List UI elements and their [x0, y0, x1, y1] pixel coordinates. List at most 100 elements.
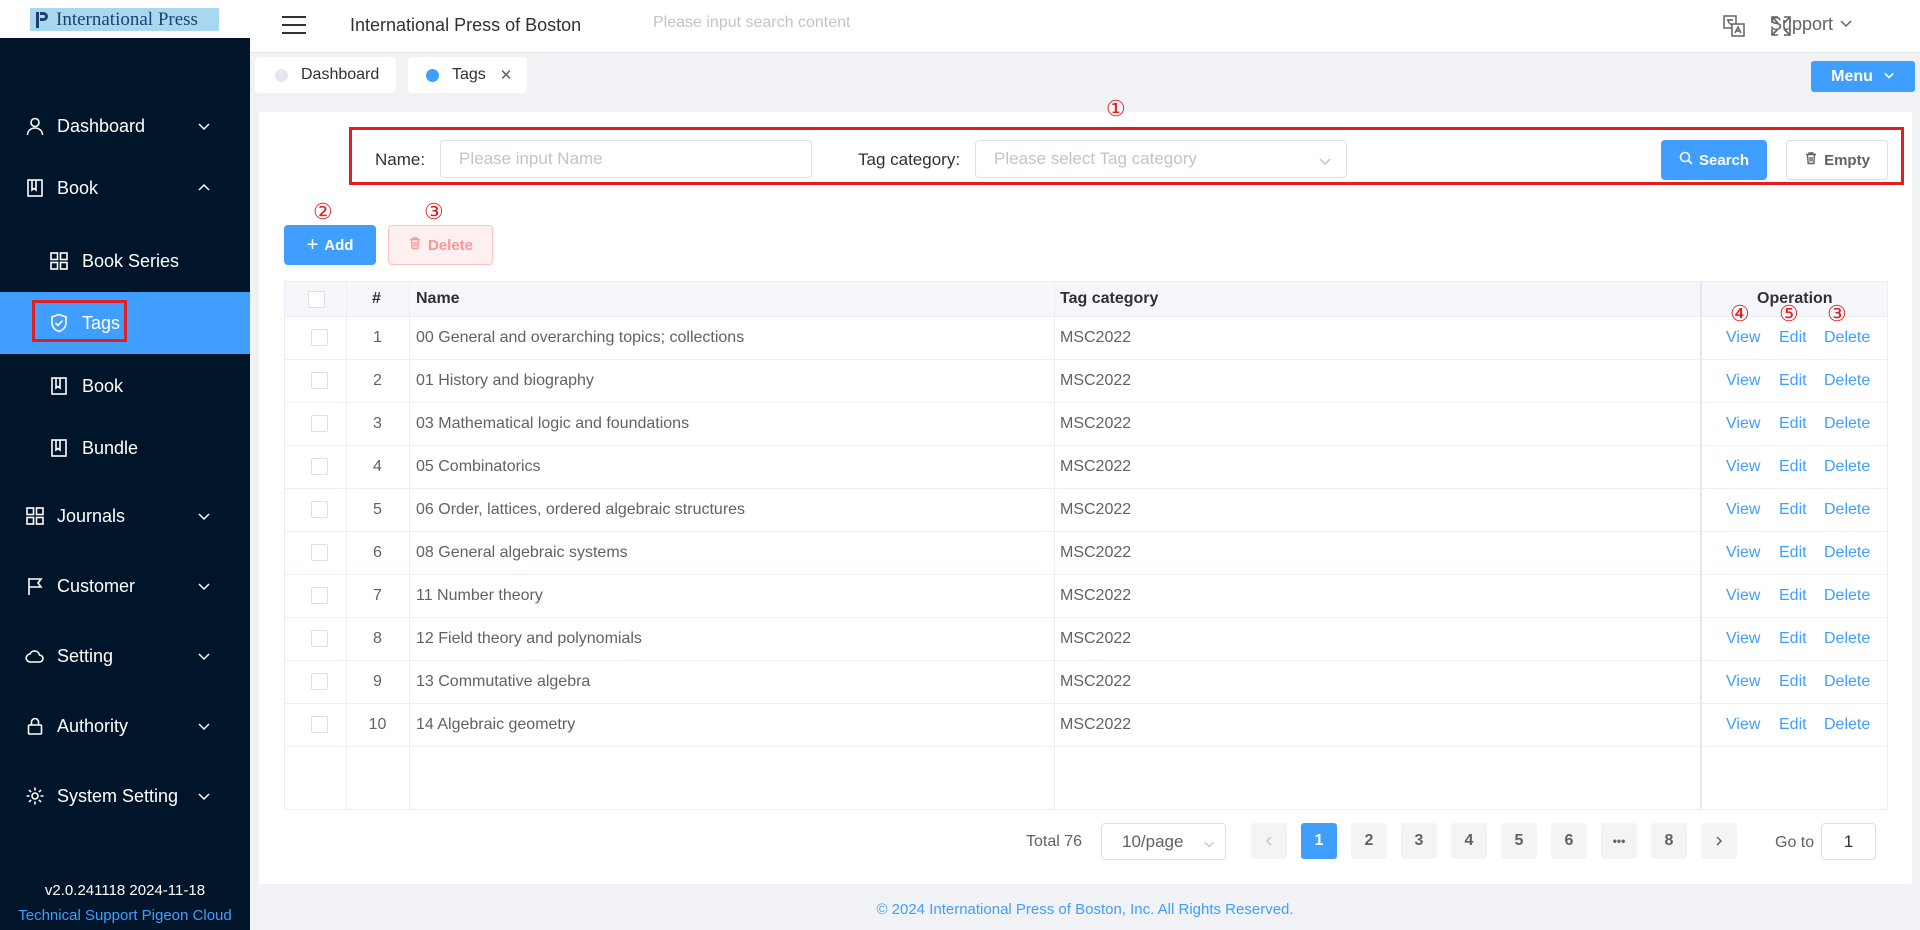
row-checkbox[interactable] — [311, 703, 328, 746]
page-button-3[interactable]: 3 — [1401, 823, 1437, 859]
row-category: MSC2022 — [1060, 414, 1132, 432]
column-header-name: Name — [416, 290, 460, 307]
delete-link[interactable]: Delete — [1824, 660, 1870, 703]
row-index: 2 — [373, 371, 382, 389]
edit-link[interactable]: Edit — [1779, 617, 1807, 660]
view-link[interactable]: View — [1726, 359, 1760, 402]
sidebar-item-setting[interactable]: Setting — [0, 625, 250, 687]
table-row: 3 03 Mathematical logic and foundations … — [285, 402, 1887, 446]
row-checkbox[interactable] — [311, 316, 328, 359]
edit-link[interactable]: Edit — [1779, 359, 1807, 402]
view-link[interactable]: View — [1726, 660, 1760, 703]
sidebar-item-label: Bundle — [82, 437, 139, 458]
goto-page-input[interactable]: 1 — [1821, 823, 1876, 860]
delete-link[interactable]: Delete — [1824, 531, 1870, 574]
page-size-select[interactable]: 10/page — [1101, 823, 1226, 860]
logo-mark-icon — [34, 11, 52, 29]
row-checkbox[interactable] — [311, 359, 328, 402]
row-checkbox[interactable] — [311, 574, 328, 617]
sidebar-item-book[interactable]: Book — [0, 355, 250, 417]
support-dropdown[interactable]: Support — [1770, 14, 1853, 35]
chevron-down-icon — [197, 719, 211, 733]
row-checkbox[interactable] — [311, 402, 328, 445]
tab-dashboard[interactable]: Dashboard — [255, 57, 396, 93]
row-checkbox[interactable] — [311, 660, 328, 703]
row-checkbox[interactable] — [311, 531, 328, 574]
table-row: 10 14 Algebraic geometry MSC2022 View Ed… — [285, 703, 1887, 747]
delete-link[interactable]: Delete — [1824, 574, 1870, 617]
prev-page-button[interactable] — [1251, 823, 1287, 859]
search-button[interactable]: Search — [1661, 140, 1767, 180]
annotation-marker-4: ④ — [1730, 301, 1750, 326]
view-link[interactable]: View — [1726, 617, 1760, 660]
empty-button[interactable]: Empty — [1786, 140, 1888, 180]
row-index: 4 — [373, 457, 382, 475]
row-index: 10 — [368, 715, 387, 733]
row-checkbox[interactable] — [311, 445, 328, 488]
page-button-5[interactable]: 5 — [1501, 823, 1537, 859]
edit-link[interactable]: Edit — [1779, 703, 1807, 746]
logo[interactable]: International Press — [30, 8, 219, 31]
translate-icon[interactable] — [1722, 14, 1746, 38]
hamburger-menu-icon[interactable] — [282, 16, 306, 36]
sidebar-item-authority[interactable]: Authority — [0, 695, 250, 757]
sidebar-item-book-group[interactable]: Book — [0, 157, 250, 219]
sidebar-item-system-setting[interactable]: System Setting — [0, 765, 250, 827]
row-index: 8 — [373, 629, 382, 647]
sidebar-item-label: Book — [82, 375, 124, 396]
page-button-2[interactable]: 2 — [1351, 823, 1387, 859]
bulk-delete-button[interactable]: Delete — [388, 225, 493, 265]
tag-category-select[interactable]: Please select Tag category — [975, 140, 1347, 178]
view-link[interactable]: View — [1726, 488, 1760, 531]
edit-link[interactable]: Edit — [1779, 488, 1807, 531]
row-name: 03 Mathematical logic and foundations — [416, 414, 690, 432]
view-link[interactable]: View — [1726, 703, 1760, 746]
tab-tags[interactable]: Tags ✕ — [408, 57, 527, 93]
global-search-input[interactable] — [653, 14, 993, 32]
book-icon — [48, 375, 70, 397]
edit-link[interactable]: Edit — [1779, 531, 1807, 574]
search-icon — [1679, 151, 1693, 169]
row-name: 12 Field theory and polynomials — [416, 629, 642, 647]
sidebar-item-tags[interactable]: Tags — [0, 292, 250, 354]
tabs-menu-button[interactable]: Menu — [1811, 61, 1915, 92]
delete-link[interactable]: Delete — [1824, 402, 1870, 445]
view-link[interactable]: View — [1726, 531, 1760, 574]
page-ellipsis-button[interactable]: ••• — [1601, 823, 1637, 859]
lock-icon — [24, 715, 46, 737]
sidebar-item-book-series[interactable]: Book Series — [0, 230, 250, 292]
delete-link[interactable]: Delete — [1824, 488, 1870, 531]
view-link[interactable]: View — [1726, 574, 1760, 617]
select-all-checkbox[interactable] — [308, 282, 325, 316]
name-input[interactable] — [459, 149, 811, 169]
sidebar-item-dashboard[interactable]: Dashboard — [0, 95, 250, 157]
delete-link[interactable]: Delete — [1824, 445, 1870, 488]
tab-status-dot — [275, 68, 288, 82]
delete-link[interactable]: Delete — [1824, 359, 1870, 402]
page-button-1[interactable]: 1 — [1301, 823, 1337, 859]
page-button-8[interactable]: 8 — [1651, 823, 1687, 859]
sidebar-item-customer[interactable]: Customer — [0, 555, 250, 617]
chevron-down-icon — [197, 579, 211, 593]
delete-link[interactable]: Delete — [1824, 617, 1870, 660]
page-button-4[interactable]: 4 — [1451, 823, 1487, 859]
next-page-button[interactable] — [1701, 823, 1737, 859]
close-icon[interactable]: ✕ — [500, 66, 513, 84]
edit-link[interactable]: Edit — [1779, 402, 1807, 445]
sidebar-item-label: Dashboard — [57, 115, 146, 136]
row-checkbox[interactable] — [311, 488, 328, 531]
view-link[interactable]: View — [1726, 402, 1760, 445]
edit-link[interactable]: Edit — [1779, 660, 1807, 703]
edit-link[interactable]: Edit — [1779, 445, 1807, 488]
technical-support-link[interactable]: Technical Support Pigeon Cloud — [0, 907, 250, 924]
edit-link[interactable]: Edit — [1779, 574, 1807, 617]
sidebar-item-bundle[interactable]: Bundle — [0, 417, 250, 479]
page-button-6[interactable]: 6 — [1551, 823, 1587, 859]
name-field[interactable] — [440, 140, 812, 178]
delete-link[interactable]: Delete — [1824, 703, 1870, 746]
sidebar-item-journals[interactable]: Journals — [0, 485, 250, 547]
logo-area: International Press — [0, 0, 250, 38]
view-link[interactable]: View — [1726, 445, 1760, 488]
add-button[interactable]: + Add — [284, 225, 376, 265]
row-checkbox[interactable] — [311, 617, 328, 660]
